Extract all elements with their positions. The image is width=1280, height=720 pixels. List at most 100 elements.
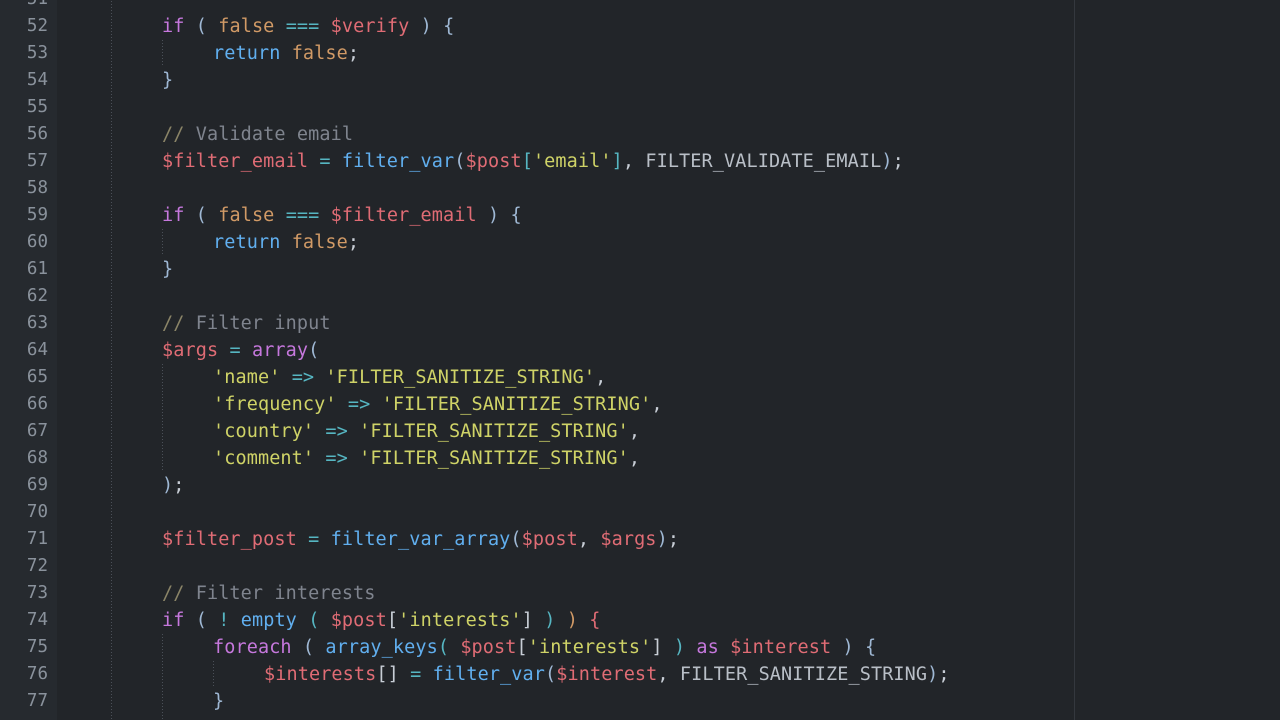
- code-line[interactable]: );: [162, 472, 185, 499]
- token-fn: return: [213, 232, 281, 253]
- line-number: 70: [26, 502, 48, 522]
- column-ruler-guide: [1074, 0, 1075, 720]
- line-number: 77: [26, 691, 48, 711]
- token-brw: ;: [892, 151, 904, 172]
- line-number: 52: [26, 16, 48, 36]
- token-str: 'email': [532, 151, 612, 172]
- token-ctrl: if: [162, 205, 185, 226]
- token-var: $interest: [556, 664, 658, 685]
- token-brw: ,: [651, 394, 663, 415]
- code-line[interactable]: // Validate email: [162, 121, 353, 148]
- code-line[interactable]: 'comment' => 'FILTER_SANITIZE_STRING',: [213, 445, 640, 472]
- token-brw: ;: [347, 43, 360, 64]
- token-ctrl: if: [162, 16, 185, 37]
- token-op: =: [229, 340, 241, 361]
- token-br1: (: [195, 16, 207, 37]
- code-line[interactable]: 'name' => 'FILTER_SANITIZE_STRING',: [213, 364, 606, 391]
- token-var: $filter_email: [330, 205, 477, 226]
- token-brw: []: [376, 664, 399, 685]
- token-brw: ,: [628, 421, 641, 442]
- line-number: 57: [26, 151, 48, 171]
- line-number-gutter[interactable]: 51 52 53 54 55 56 57 58 59 60 61 62 63 64 65 66 67 68 69 70…: [0, 0, 57, 720]
- token-op: =>: [325, 448, 348, 469]
- line-number: 63: [26, 313, 48, 333]
- token-cmt: Filter interests: [184, 583, 376, 604]
- token-cmt: Validate email: [184, 124, 354, 145]
- code-line[interactable]: // Filter input: [162, 310, 331, 337]
- token-str: 'name': [213, 367, 281, 388]
- token-plain: FILTER_SANITIZE_STRING: [679, 664, 928, 685]
- line-number: 60: [26, 232, 48, 252]
- token-cmtmark: //: [162, 124, 185, 145]
- token-cmt: Filter input: [184, 313, 331, 334]
- token-op: =: [410, 664, 422, 685]
- code-line[interactable]: if ( false === $verify ) {: [162, 13, 454, 40]
- token-br1: (: [302, 637, 315, 658]
- token-br1: {: [443, 16, 455, 37]
- token-str: 'FILTER_SANITIZE_STRING': [381, 394, 652, 415]
- token-brw: ;: [347, 232, 360, 253]
- token-brw: ,: [577, 529, 601, 550]
- token-brw: ,: [628, 448, 641, 469]
- line-number: 73: [26, 583, 48, 603]
- code-line[interactable]: $filter_email = filter_var($post['email'…: [162, 148, 904, 175]
- indent-guide: [213, 661, 214, 688]
- token-br2: (: [308, 610, 320, 631]
- code-line[interactable]: $args = array(: [162, 337, 319, 364]
- token-kw: array: [251, 340, 309, 361]
- token-ctrl: if: [162, 610, 185, 631]
- code-line[interactable]: foreach ( array_keys( $post['interests']…: [213, 634, 876, 661]
- token-ctrl: as: [696, 637, 719, 658]
- code-line[interactable]: $interests[] = filter_var($interest, FIL…: [264, 661, 950, 688]
- token-var: $filter_email: [162, 151, 309, 172]
- token-var: $args: [600, 529, 657, 550]
- code-line[interactable]: return false;: [213, 229, 359, 256]
- token-var: $filter_post: [162, 529, 297, 550]
- token-var: $interest: [730, 637, 832, 658]
- code-line[interactable]: if ( false === $filter_email ) {: [162, 202, 522, 229]
- line-number: 56: [26, 124, 48, 144]
- code-line[interactable]: $filter_post = filter_var_array($post, $…: [162, 526, 679, 553]
- line-number: 61: [26, 259, 48, 279]
- code-line[interactable]: }: [162, 67, 173, 94]
- line-number: 75: [26, 637, 48, 657]
- token-brw: ]: [521, 610, 534, 631]
- code-line[interactable]: if ( ! empty ( $post['interests'] ) ) {: [162, 607, 601, 634]
- token-str: 'interests': [398, 610, 522, 631]
- code-line[interactable]: }: [162, 256, 173, 283]
- line-number: 62: [26, 286, 48, 306]
- code-line[interactable]: // Filter interests: [162, 580, 376, 607]
- code-line[interactable]: 'country' => 'FILTER_SANITIZE_STRING',: [213, 418, 640, 445]
- line-number: 72: [26, 556, 48, 576]
- token-op: =: [308, 529, 320, 550]
- code-line[interactable]: 'frequency' => 'FILTER_SANITIZE_STRING',: [213, 391, 663, 418]
- code-line[interactable]: }: [213, 688, 224, 715]
- line-number: 59: [26, 205, 48, 225]
- line-number: 76: [26, 664, 48, 684]
- code-line[interactable]: return false;: [213, 40, 359, 67]
- code-editor[interactable]: if ( false === $verify ) {return false;}…: [0, 0, 1280, 720]
